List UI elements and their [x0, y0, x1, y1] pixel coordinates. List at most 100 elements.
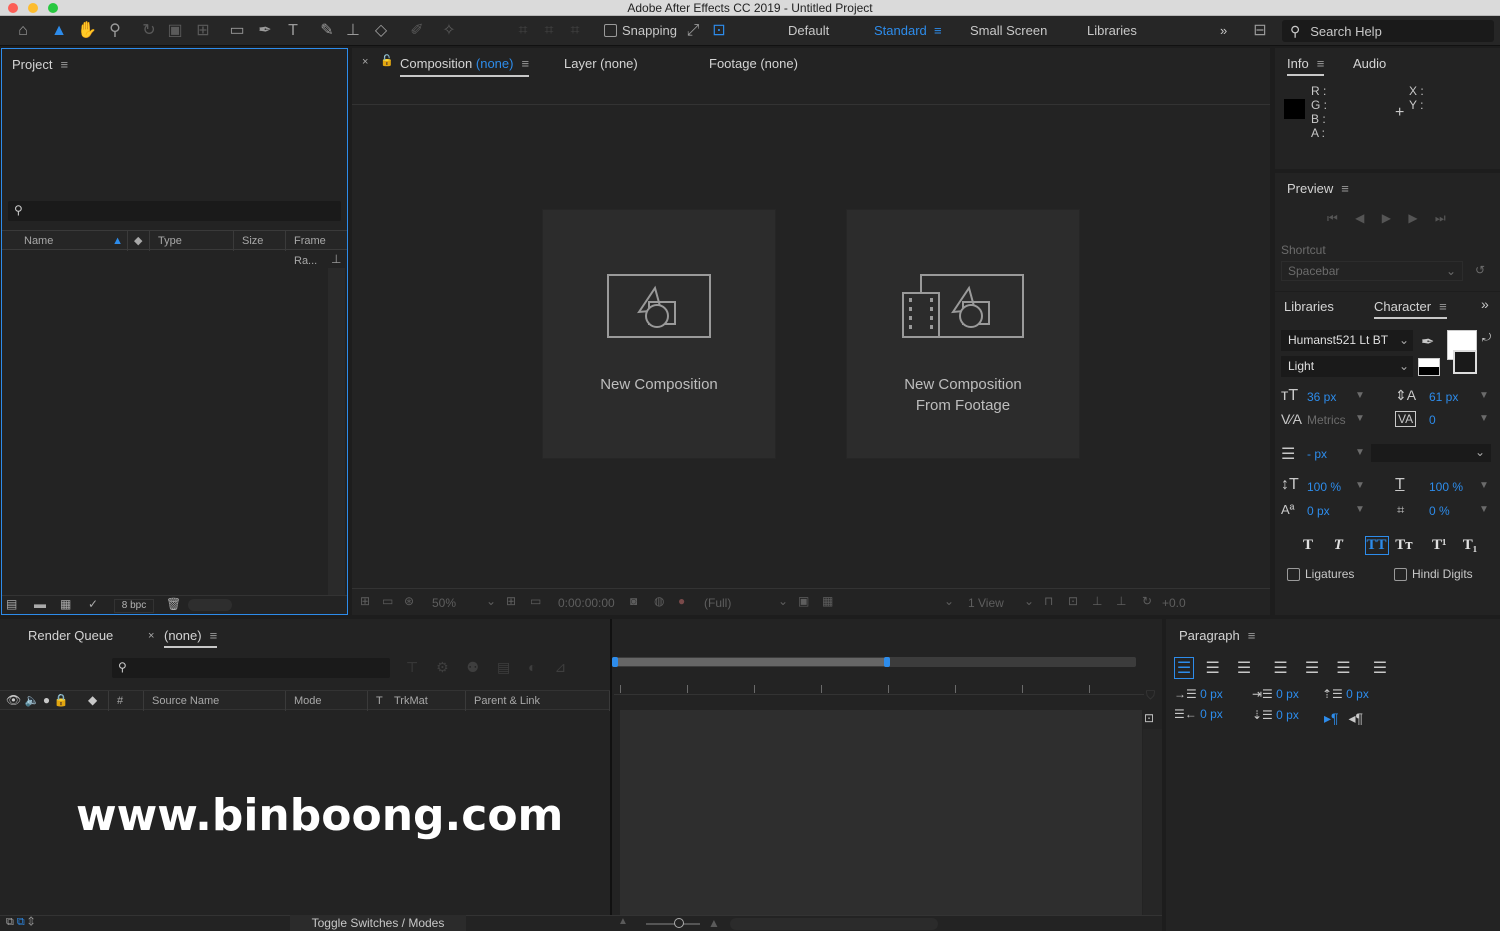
swap-colors-icon[interactable]: ⤾: [1482, 332, 1491, 345]
shy-layers-icon[interactable]: ⚉: [467, 659, 480, 675]
close-timeline-tab-icon[interactable]: ×: [148, 630, 154, 642]
baseline-shift-field[interactable]: 0 px: [1307, 504, 1330, 518]
preview-menu-icon[interactable]: ≡: [1341, 181, 1349, 196]
hand-tool-icon[interactable]: ✋: [76, 20, 98, 42]
type-column-header[interactable]: Type: [150, 231, 234, 251]
timeline-zoom-handle[interactable]: [674, 918, 684, 928]
comp-button-icon[interactable]: ⊡: [1144, 711, 1154, 725]
tab-layer[interactable]: Layer (none): [564, 56, 638, 71]
timeline-menu-icon[interactable]: ≡: [210, 628, 218, 643]
timeline-track-area[interactable]: [620, 710, 1142, 915]
vertical-scale-field[interactable]: 100 %: [1307, 480, 1341, 494]
solo-icon[interactable]: ●: [43, 693, 50, 707]
layer-switches-pane-icon[interactable]: ⧉: [6, 916, 14, 928]
monitor-icon[interactable]: ▭: [382, 594, 393, 608]
delete-icon[interactable]: 🗑: [166, 597, 181, 611]
in-out-pane-icon[interactable]: ⇕: [28, 916, 34, 928]
time-ruler[interactable]: [614, 681, 1144, 695]
source-name-header[interactable]: Source Name: [144, 691, 286, 711]
play-icon[interactable]: ▶: [1382, 211, 1391, 225]
zoom-chevron-down-icon[interactable]: ⌄: [486, 594, 496, 608]
interpret-footage-icon[interactable]: ▤: [6, 597, 17, 611]
search-help-field[interactable]: ⚲ Search Help: [1282, 20, 1494, 42]
workspace-menu-icon[interactable]: ≡: [934, 16, 942, 46]
always-preview-icon[interactable]: ⊞: [360, 594, 370, 608]
project-scrollbar[interactable]: [328, 268, 345, 595]
workspace-libraries[interactable]: Libraries: [1087, 16, 1137, 46]
shortcut-dropdown[interactable]: Spacebar ⌄: [1281, 261, 1463, 281]
pen-tool-icon[interactable]: ✒: [254, 20, 276, 42]
fast-previews-icon[interactable]: ⊓: [1044, 594, 1053, 608]
lock-icon[interactable]: 🔓: [380, 54, 394, 67]
flowchart-view-icon[interactable]: ⊥: [1092, 594, 1102, 608]
faux-italic-button[interactable]: T: [1334, 537, 1361, 554]
eraser-tool-icon[interactable]: ◇: [370, 20, 392, 42]
close-window-button[interactable]: [8, 3, 18, 13]
exposure-value[interactable]: +0.0: [1162, 596, 1186, 610]
previous-frame-icon[interactable]: ◀: [1355, 211, 1364, 225]
name-column-header[interactable]: Name ▲: [16, 231, 128, 251]
baseline-shift-dropdown-icon[interactable]: ▼: [1355, 504, 1365, 515]
mode-header[interactable]: Mode: [286, 691, 368, 711]
snap-features-icon[interactable]: ⊡: [708, 20, 730, 42]
tab-render-queue[interactable]: Render Queue: [28, 628, 113, 643]
camera-tool-icon[interactable]: ▣: [164, 20, 186, 42]
project-tab[interactable]: Project ≡: [12, 57, 68, 72]
reset-exposure-icon[interactable]: ↻: [1142, 594, 1152, 608]
project-menu-icon[interactable]: ≡: [60, 57, 68, 72]
font-size-field[interactable]: 36 px: [1307, 390, 1336, 404]
layer-number-header[interactable]: #: [108, 691, 144, 711]
parent-link-header[interactable]: Parent & Link: [466, 691, 610, 711]
horizontal-scale-dropdown-icon[interactable]: ▼: [1479, 480, 1489, 491]
project-search-input[interactable]: ⚲: [8, 201, 341, 221]
hindi-digits-checkbox[interactable]: [1394, 567, 1407, 581]
character-menu-icon[interactable]: ≡: [1439, 299, 1447, 314]
font-size-dropdown-icon[interactable]: ▼: [1355, 390, 1365, 401]
axis-view-icon[interactable]: ⌗: [564, 20, 586, 42]
track-matte-header[interactable]: TrkMat: [386, 691, 466, 711]
grid-icon[interactable]: ⊞: [506, 594, 516, 608]
tab-timeline-none[interactable]: (none) ≡: [164, 628, 218, 648]
frame-rate-column-header[interactable]: Frame Ra...: [286, 231, 347, 267]
next-frame-icon[interactable]: ▶: [1408, 211, 1417, 225]
small-caps-button[interactable]: Tт: [1395, 537, 1428, 554]
info-menu-icon[interactable]: ≡: [1317, 56, 1325, 71]
space-before-value[interactable]: 0 px: [1346, 687, 1369, 701]
horizontal-scale-field[interactable]: 100 %: [1429, 480, 1463, 494]
motion-blur-icon[interactable]: ◐: [528, 659, 536, 675]
stroke-width-field[interactable]: - px: [1307, 447, 1327, 461]
rectangle-tool-icon[interactable]: ▭: [226, 20, 248, 42]
tsume-dropdown-icon[interactable]: ▼: [1479, 504, 1489, 515]
current-time-display[interactable]: 0:00:00:00: [558, 596, 615, 610]
subscript-button[interactable]: T₁: [1463, 537, 1487, 554]
tab-info[interactable]: Info ≡: [1287, 56, 1325, 76]
home-icon[interactable]: ⌂: [12, 20, 34, 42]
more-panels-icon[interactable]: »: [1481, 296, 1489, 312]
paragraph-menu-icon[interactable]: ≡: [1248, 628, 1256, 643]
audio-speaker-icon[interactable]: 🔈: [25, 693, 40, 707]
indent-left-value[interactable]: 0 px: [1200, 687, 1223, 701]
composition-mini-flowchart-icon[interactable]: ⊤: [406, 659, 418, 675]
justify-last-left-icon[interactable]: ☰: [1273, 658, 1293, 678]
zoom-out-icon[interactable]: ▲: [618, 916, 628, 927]
tab-libraries[interactable]: Libraries: [1284, 299, 1334, 314]
time-navigator-end-handle[interactable]: [884, 657, 890, 667]
brush-tool-icon[interactable]: ✎: [316, 20, 338, 42]
new-composition-icon[interactable]: ▦: [60, 597, 71, 611]
resolution-dropdown[interactable]: (Full): [704, 596, 731, 610]
stroke-style-dropdown[interactable]: ⌄: [1371, 444, 1491, 462]
tab-preview[interactable]: Preview ≡: [1287, 181, 1349, 196]
right-to-left-icon[interactable]: ◂¶: [1348, 710, 1363, 726]
snapping-toggle[interactable]: Snapping: [604, 23, 677, 38]
draft-3d-icon[interactable]: ⚙: [436, 659, 449, 675]
show-snapshot-icon[interactable]: ◍: [654, 594, 664, 608]
tab-footage[interactable]: Footage (none): [709, 56, 798, 71]
workspace-small-screen[interactable]: Small Screen: [970, 16, 1047, 46]
first-line-indent-value[interactable]: 0 px: [1276, 687, 1299, 701]
mask-visibility-icon[interactable]: ⊛: [404, 594, 414, 608]
new-composition-button[interactable]: New Composition: [542, 209, 776, 459]
hindi-digits-toggle[interactable]: Hindi Digits: [1394, 567, 1473, 581]
comp-marker-bin-icon[interactable]: ⛉: [1146, 688, 1155, 703]
roto-brush-tool-icon[interactable]: ✐: [406, 20, 428, 42]
network-icon[interactable]: ⊥: [1116, 594, 1126, 608]
